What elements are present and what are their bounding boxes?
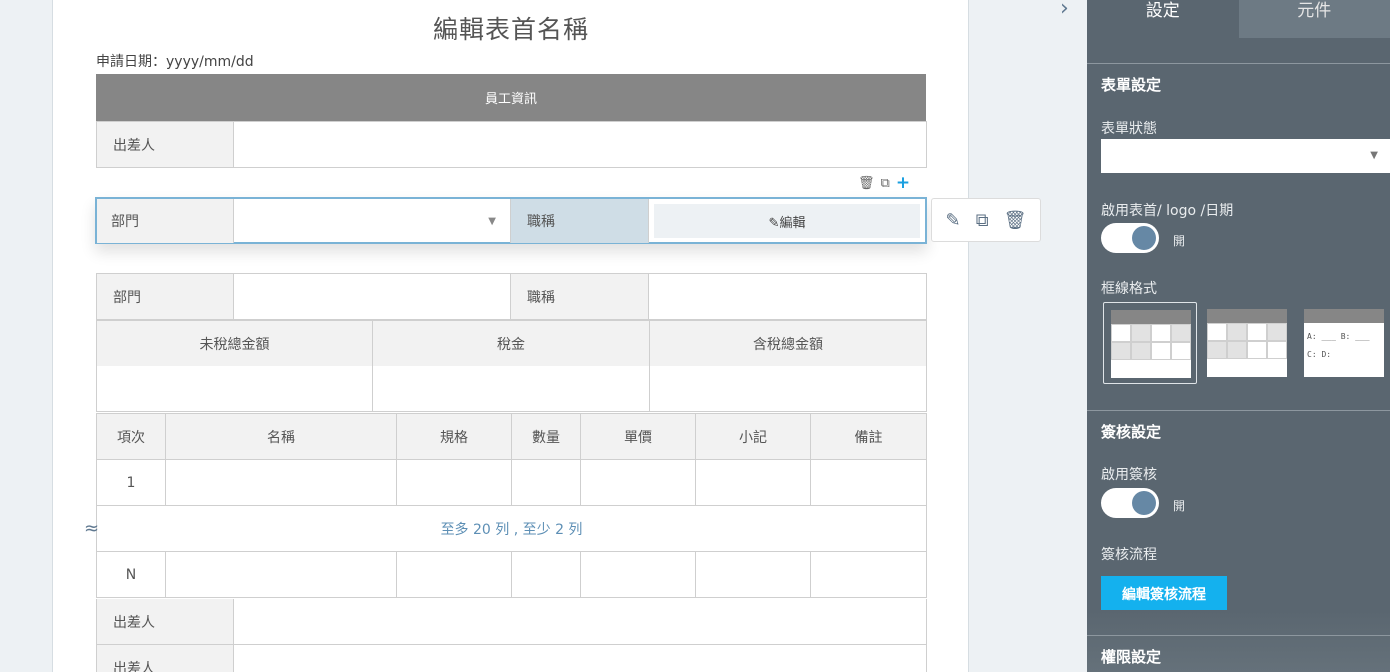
tab-settings[interactable]: 設定 xyxy=(1087,0,1239,38)
table-cell[interactable] xyxy=(166,460,397,506)
edit-approval-flow-button[interactable]: 編輯簽核流程 xyxy=(1101,576,1227,611)
traveler-value[interactable] xyxy=(234,645,927,672)
department-label: 部門 xyxy=(97,274,234,320)
row-mini-toolbar: 🗑 ⧉ + xyxy=(858,173,910,193)
col-header: 規格 xyxy=(397,414,512,460)
tab-components[interactable]: 元件 xyxy=(1238,0,1390,38)
form-status-select[interactable]: ▼ xyxy=(1101,139,1390,173)
department-dropdown[interactable]: ▼ xyxy=(234,199,511,243)
col-header: 小記 xyxy=(696,414,811,460)
apply-date: 申請日期：yyyy/mm/dd xyxy=(96,54,254,70)
table-cell[interactable] xyxy=(811,460,927,506)
row-side-toolbar: ✎ ⧉ 🗑 xyxy=(931,198,1041,242)
approval-flow-label: 簽核流程 xyxy=(1101,547,1157,563)
row-limit-note-row: 至多 20 列 , 至少 2 列 xyxy=(96,506,927,552)
pencil-icon[interactable]: ✎ xyxy=(946,210,961,231)
table-cell[interactable] xyxy=(696,460,811,506)
col-header: 單價 xyxy=(581,414,696,460)
col-header: 備註 xyxy=(811,414,927,460)
form-status-label: 表單狀態 xyxy=(1101,121,1157,137)
border-style-label: 框線格式 xyxy=(1101,281,1157,297)
traveler-value[interactable] xyxy=(234,599,927,645)
approval-toggle[interactable] xyxy=(1101,488,1159,518)
table-cell[interactable] xyxy=(696,552,811,598)
with-tax-value[interactable] xyxy=(650,366,927,412)
traveler-label: 出差人 xyxy=(97,122,234,168)
table-cell[interactable] xyxy=(581,460,696,506)
job-title-edit-cell: ✎編輯 xyxy=(649,199,925,243)
department-value[interactable] xyxy=(234,274,511,320)
header-toggle[interactable] xyxy=(1101,223,1159,253)
caret-down-icon: ▼ xyxy=(488,215,496,227)
form-settings-heading: 表單設定 xyxy=(1087,63,1390,105)
form-title[interactable]: 編輯表首名稱 xyxy=(0,10,1022,46)
traveler-row[interactable]: 出差人 xyxy=(96,121,927,168)
border-preview: A: ___ B: ___ C: D: xyxy=(1304,309,1384,377)
table-cell[interactable] xyxy=(512,460,581,506)
header-toggle-state: 開 xyxy=(1173,234,1186,248)
edit-button[interactable]: ✎編輯 xyxy=(654,204,920,238)
traveler-value[interactable] xyxy=(234,122,927,168)
tax-value[interactable] xyxy=(373,366,650,412)
job-title-label: 職稱 xyxy=(511,274,649,320)
pre-tax-value[interactable] xyxy=(97,366,373,412)
table-cell[interactable] xyxy=(512,552,581,598)
trash-icon[interactable]: 🗑 xyxy=(858,176,875,191)
amounts-value-row[interactable] xyxy=(96,366,927,412)
row-index: 1 xyxy=(97,460,166,506)
caret-down-icon: ▼ xyxy=(1370,150,1378,161)
traveler-row[interactable]: 出差人 xyxy=(96,599,927,645)
job-title-value[interactable] xyxy=(649,274,927,320)
chevron-right-icon[interactable]: › xyxy=(1060,0,1069,21)
col-header: 數量 xyxy=(512,414,581,460)
border-option-underline[interactable]: A: ___ B: ___ C: D: xyxy=(1297,302,1390,384)
wave-icon[interactable]: ≈ xyxy=(84,518,99,539)
table-cell[interactable] xyxy=(811,552,927,598)
table-row[interactable]: 1 xyxy=(96,460,927,506)
items-table-header: 項次 名稱 規格 數量 單價 小記 備註 xyxy=(96,413,927,460)
table-cell[interactable] xyxy=(166,552,397,598)
job-title-label: 職稱 xyxy=(511,199,649,243)
header-toggle-label: 啟用表首/ logo /日期 xyxy=(1101,203,1234,219)
border-option-text: A: ___ B: ___ C: D: xyxy=(1307,332,1370,359)
trash-icon[interactable]: 🗑 xyxy=(1004,210,1027,231)
pre-tax-label: 未稅總金額 xyxy=(97,321,373,367)
plus-icon[interactable]: + xyxy=(896,173,910,193)
border-preview xyxy=(1207,309,1287,377)
department-row[interactable]: 部門 職稱 xyxy=(96,273,927,320)
col-header: 名稱 xyxy=(166,414,397,460)
border-option-partial[interactable] xyxy=(1200,302,1294,384)
section-header[interactable]: 員工資訊 xyxy=(96,74,926,121)
table-cell[interactable] xyxy=(581,552,696,598)
permission-settings-heading: 權限設定 xyxy=(1087,635,1390,672)
department-label: 部門 xyxy=(97,199,234,243)
col-header: 項次 xyxy=(97,414,166,460)
row-index: N xyxy=(97,552,166,598)
approval-toggle-state: 開 xyxy=(1173,499,1186,513)
traveler-label: 出差人 xyxy=(97,645,234,672)
tax-label: 稅金 xyxy=(373,321,650,367)
copy-icon[interactable]: ⧉ xyxy=(976,210,989,231)
selected-row[interactable]: 部門 ▼ 職稱 ✎編輯 xyxy=(95,197,927,244)
border-option-full[interactable] xyxy=(1103,302,1197,384)
with-tax-label: 含稅總金額 xyxy=(650,321,927,367)
traveler-row[interactable]: 出差人 xyxy=(96,645,927,672)
table-cell[interactable] xyxy=(397,552,512,598)
traveler-label: 出差人 xyxy=(97,599,234,645)
amounts-header-row: 未稅總金額 稅金 含稅總金額 xyxy=(96,320,927,367)
row-limit-note: 至多 20 列 , 至少 2 列 xyxy=(97,506,927,552)
panel-tabs: 設定 元件 xyxy=(1087,0,1390,38)
border-preview xyxy=(1111,310,1191,378)
copy-icon[interactable]: ⧉ xyxy=(881,176,890,191)
table-cell[interactable] xyxy=(397,460,512,506)
approval-settings-heading: 簽核設定 xyxy=(1087,410,1390,452)
settings-panel: 設定 元件 表單設定 表單狀態 ▼ 啟用表首/ logo /日期 開 框線格式 … xyxy=(1087,0,1390,672)
approval-enable-label: 啟用簽核 xyxy=(1101,467,1157,483)
table-row[interactable]: N xyxy=(96,552,927,598)
